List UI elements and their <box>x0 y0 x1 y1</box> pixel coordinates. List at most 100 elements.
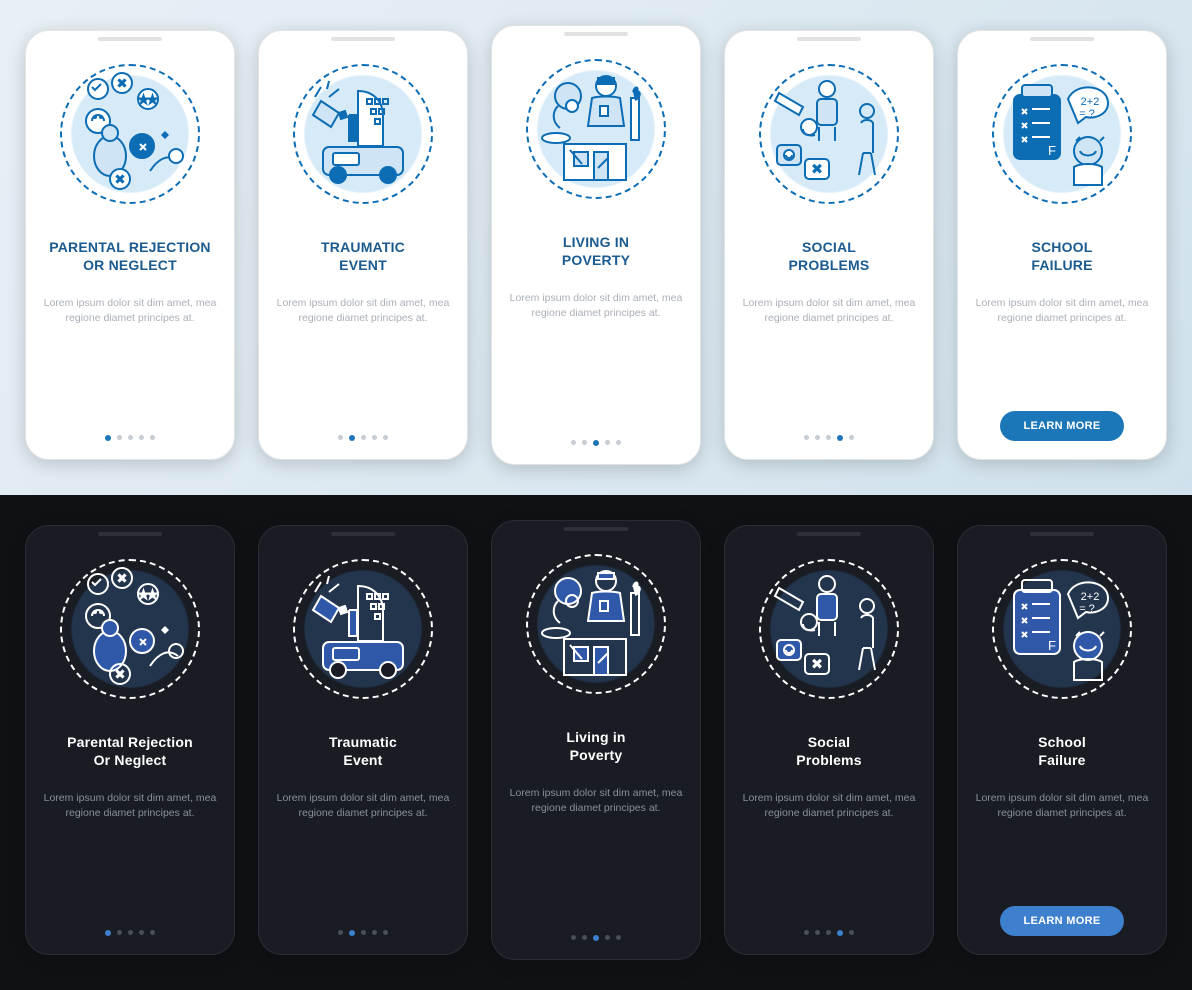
illustration-social-problems: ✕ <box>757 61 902 206</box>
slide-body: Lorem ipsum dolor sit dim amet, mea regi… <box>506 786 686 814</box>
parental-rejection-icon: ✕ ★★ ✕ <box>70 566 190 691</box>
pagination-dots[interactable] <box>338 435 388 441</box>
dot[interactable] <box>616 935 621 940</box>
illustration-parental-rejection: ✕ ★★ ✕ <box>58 61 203 206</box>
dot[interactable] <box>837 930 843 936</box>
dot[interactable] <box>815 435 820 440</box>
title-line-2: Event <box>343 752 382 768</box>
dot[interactable] <box>571 935 576 940</box>
dark-section: ✕ ★★ ✕ Parental Rejection Or Neglect Lor… <box>0 495 1192 990</box>
illustration-poverty <box>524 56 669 201</box>
traumatic-event-icon <box>303 71 423 196</box>
slide-body: Lorem ipsum dolor sit dim amet, mea regi… <box>972 791 1152 819</box>
phone-card-traumatic-event: TRAUMATIC EVENT Lorem ipsum dolor sit di… <box>258 30 468 460</box>
title-line-1: LIVING IN <box>563 234 629 250</box>
slide-title: Parental Rejection Or Neglect <box>67 733 193 769</box>
slide-body: Lorem ipsum dolor sit dim amet, mea regi… <box>273 791 453 819</box>
dot[interactable] <box>383 435 388 440</box>
slide-title: LIVING IN POVERTY <box>562 233 630 269</box>
dot[interactable] <box>139 930 144 935</box>
phone-card-traumatic-event: Traumatic Event Lorem ipsum dolor sit di… <box>258 525 468 955</box>
dot[interactable] <box>582 935 587 940</box>
phone-card-social-problems: ✕ SOCIAL PROBLEMS Lorem ipsum dolor sit … <box>724 30 934 460</box>
phone-notch <box>797 532 861 536</box>
dot[interactable] <box>338 435 343 440</box>
dot[interactable] <box>571 440 576 445</box>
dot[interactable] <box>593 935 599 941</box>
dot[interactable] <box>616 440 621 445</box>
pagination-dots[interactable] <box>105 930 155 936</box>
illustration-traumatic-event <box>291 61 436 206</box>
pagination-dots[interactable] <box>571 440 621 446</box>
title-line-2: Problems <box>796 752 861 768</box>
dot[interactable] <box>593 440 599 446</box>
slide-title: School Failure <box>1038 733 1086 769</box>
light-section: ✕ ★★ ✕ PARENTAL REJECTION OR NEGLECT Lor… <box>0 0 1192 495</box>
phone-card-parental-rejection: ✕ ★★ ✕ Parental Rejection Or Neglect Lor… <box>25 525 235 955</box>
title-line-1: Living in <box>566 729 625 745</box>
dot[interactable] <box>849 930 854 935</box>
pagination-dots[interactable] <box>571 935 621 941</box>
dot[interactable] <box>349 435 355 441</box>
illustration-social-problems: ✕ <box>757 556 902 701</box>
pagination-dots[interactable] <box>804 930 854 936</box>
dot[interactable] <box>338 930 343 935</box>
dot[interactable] <box>826 435 831 440</box>
dot[interactable] <box>372 435 377 440</box>
dot[interactable] <box>826 930 831 935</box>
slide-body: Lorem ipsum dolor sit dim amet, mea regi… <box>40 296 220 324</box>
slide-body: Lorem ipsum dolor sit dim amet, mea regi… <box>972 296 1152 324</box>
svg-text:✕: ✕ <box>812 162 822 176</box>
dot[interactable] <box>150 930 155 935</box>
learn-more-button[interactable]: LEARN MORE <box>1000 411 1125 441</box>
dot[interactable] <box>117 435 122 440</box>
svg-text:✕: ✕ <box>117 78 126 90</box>
dot[interactable] <box>150 435 155 440</box>
phone-card-living-in-poverty: Living in Poverty Lorem ipsum dolor sit … <box>491 520 701 960</box>
svg-text:= ?: = ? <box>1079 108 1095 120</box>
dot[interactable] <box>372 930 377 935</box>
illustration-traumatic-event <box>291 556 436 701</box>
dot[interactable] <box>361 930 366 935</box>
dot[interactable] <box>582 440 587 445</box>
slide-body: Lorem ipsum dolor sit dim amet, mea regi… <box>739 791 919 819</box>
dot[interactable] <box>349 930 355 936</box>
phone-notch <box>98 37 162 41</box>
pagination-dots[interactable] <box>804 435 854 441</box>
phone-notch <box>564 32 628 36</box>
svg-text:= ?: = ? <box>1079 603 1095 615</box>
dot[interactable] <box>605 935 610 940</box>
slide-title: SCHOOL FAILURE <box>1031 238 1092 274</box>
title-line-2: OR NEGLECT <box>83 257 177 273</box>
dot[interactable] <box>804 435 809 440</box>
dot[interactable] <box>815 930 820 935</box>
learn-more-button[interactable]: LEARN MORE <box>1000 906 1125 936</box>
slide-body: Lorem ipsum dolor sit dim amet, mea regi… <box>40 791 220 819</box>
dot[interactable] <box>139 435 144 440</box>
dot[interactable] <box>837 435 843 441</box>
svg-text:★★: ★★ <box>139 590 157 601</box>
slide-title: Living in Poverty <box>566 728 625 764</box>
illustration-parental-rejection: ✕ ★★ ✕ <box>58 556 203 701</box>
pagination-dots[interactable] <box>105 435 155 441</box>
dot[interactable] <box>128 930 133 935</box>
title-line-2: Failure <box>1038 752 1085 768</box>
title-line-2: FAILURE <box>1031 257 1092 273</box>
dot[interactable] <box>383 930 388 935</box>
parental-rejection-icon: ✕ ★★ ✕ <box>70 71 190 196</box>
dot[interactable] <box>849 435 854 440</box>
dot[interactable] <box>105 930 111 936</box>
slide-title: TRAUMATIC EVENT <box>321 238 405 274</box>
dot[interactable] <box>361 435 366 440</box>
phone-card-parental-rejection: ✕ ★★ ✕ PARENTAL REJECTION OR NEGLECT Lor… <box>25 30 235 460</box>
dot[interactable] <box>605 440 610 445</box>
title-line-1: School <box>1038 734 1086 750</box>
dot[interactable] <box>128 435 133 440</box>
dot[interactable] <box>105 435 111 441</box>
dot[interactable] <box>804 930 809 935</box>
dot[interactable] <box>117 930 122 935</box>
poverty-icon <box>536 561 656 686</box>
illustration-poverty <box>524 551 669 696</box>
svg-text:✕: ✕ <box>117 573 126 585</box>
pagination-dots[interactable] <box>338 930 388 936</box>
